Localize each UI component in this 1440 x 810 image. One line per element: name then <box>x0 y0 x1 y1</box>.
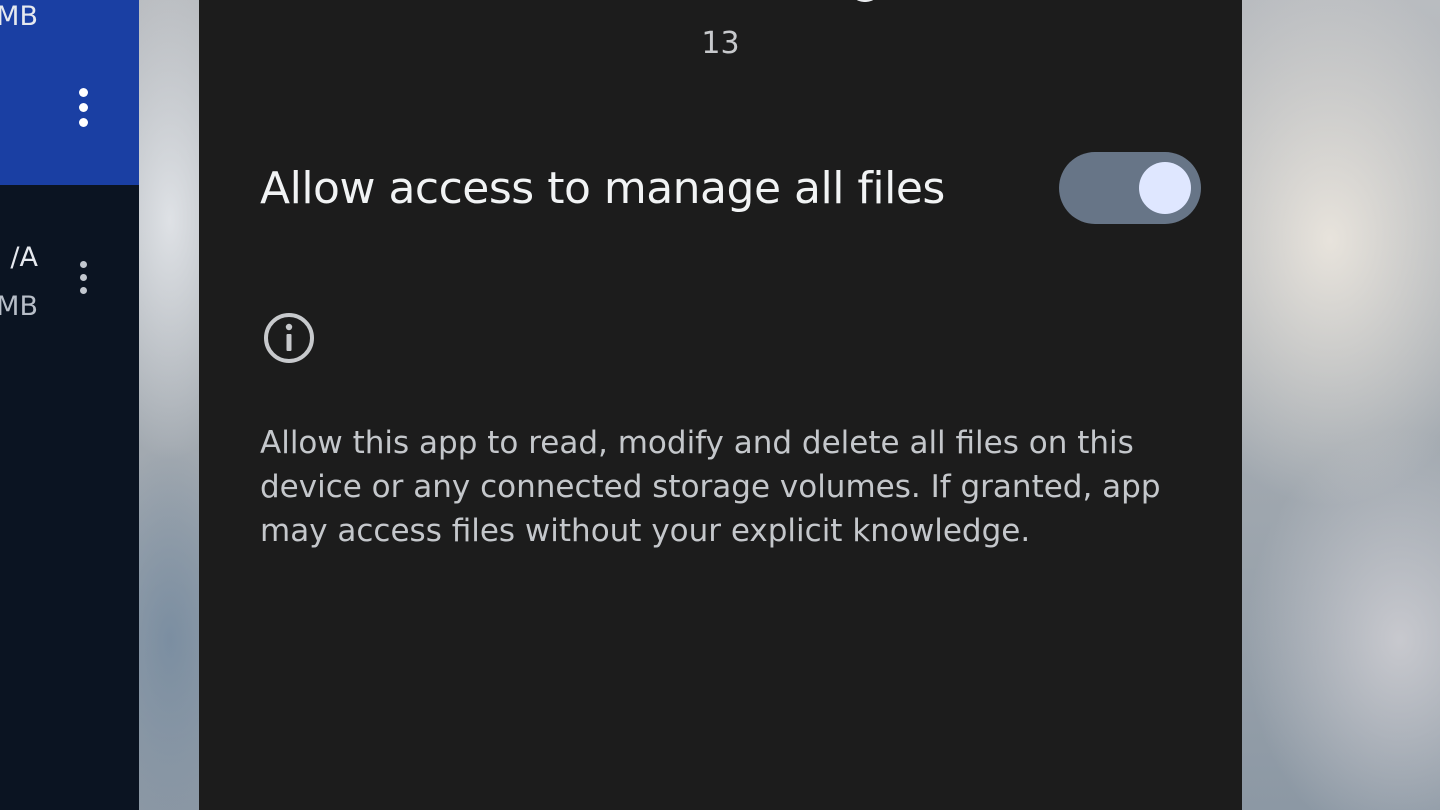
permission-sheet: 13 Allow access to manage all files Allo… <box>199 0 1242 810</box>
list-item-title: /A <box>10 242 38 273</box>
more-options-icon[interactable] <box>76 261 90 294</box>
app-list-panel: MB /A MB <box>0 0 139 810</box>
list-item-size: MB <box>0 1 38 32</box>
info-icon <box>264 313 314 363</box>
more-options-icon[interactable] <box>76 88 90 127</box>
toggle-thumb <box>1139 162 1191 214</box>
app-title-fragment <box>199 0 1242 6</box>
app-version: 13 <box>701 26 740 61</box>
manage-all-files-label: Allow access to manage all files <box>260 162 945 214</box>
manage-all-files-row[interactable]: Allow access to manage all files <box>260 150 1201 226</box>
list-item-size: MB <box>0 291 38 322</box>
list-item-selected[interactable]: MB <box>0 0 139 185</box>
permission-description: Allow this app to read, modify and delet… <box>260 425 1161 549</box>
manage-all-files-toggle[interactable] <box>1059 152 1201 224</box>
